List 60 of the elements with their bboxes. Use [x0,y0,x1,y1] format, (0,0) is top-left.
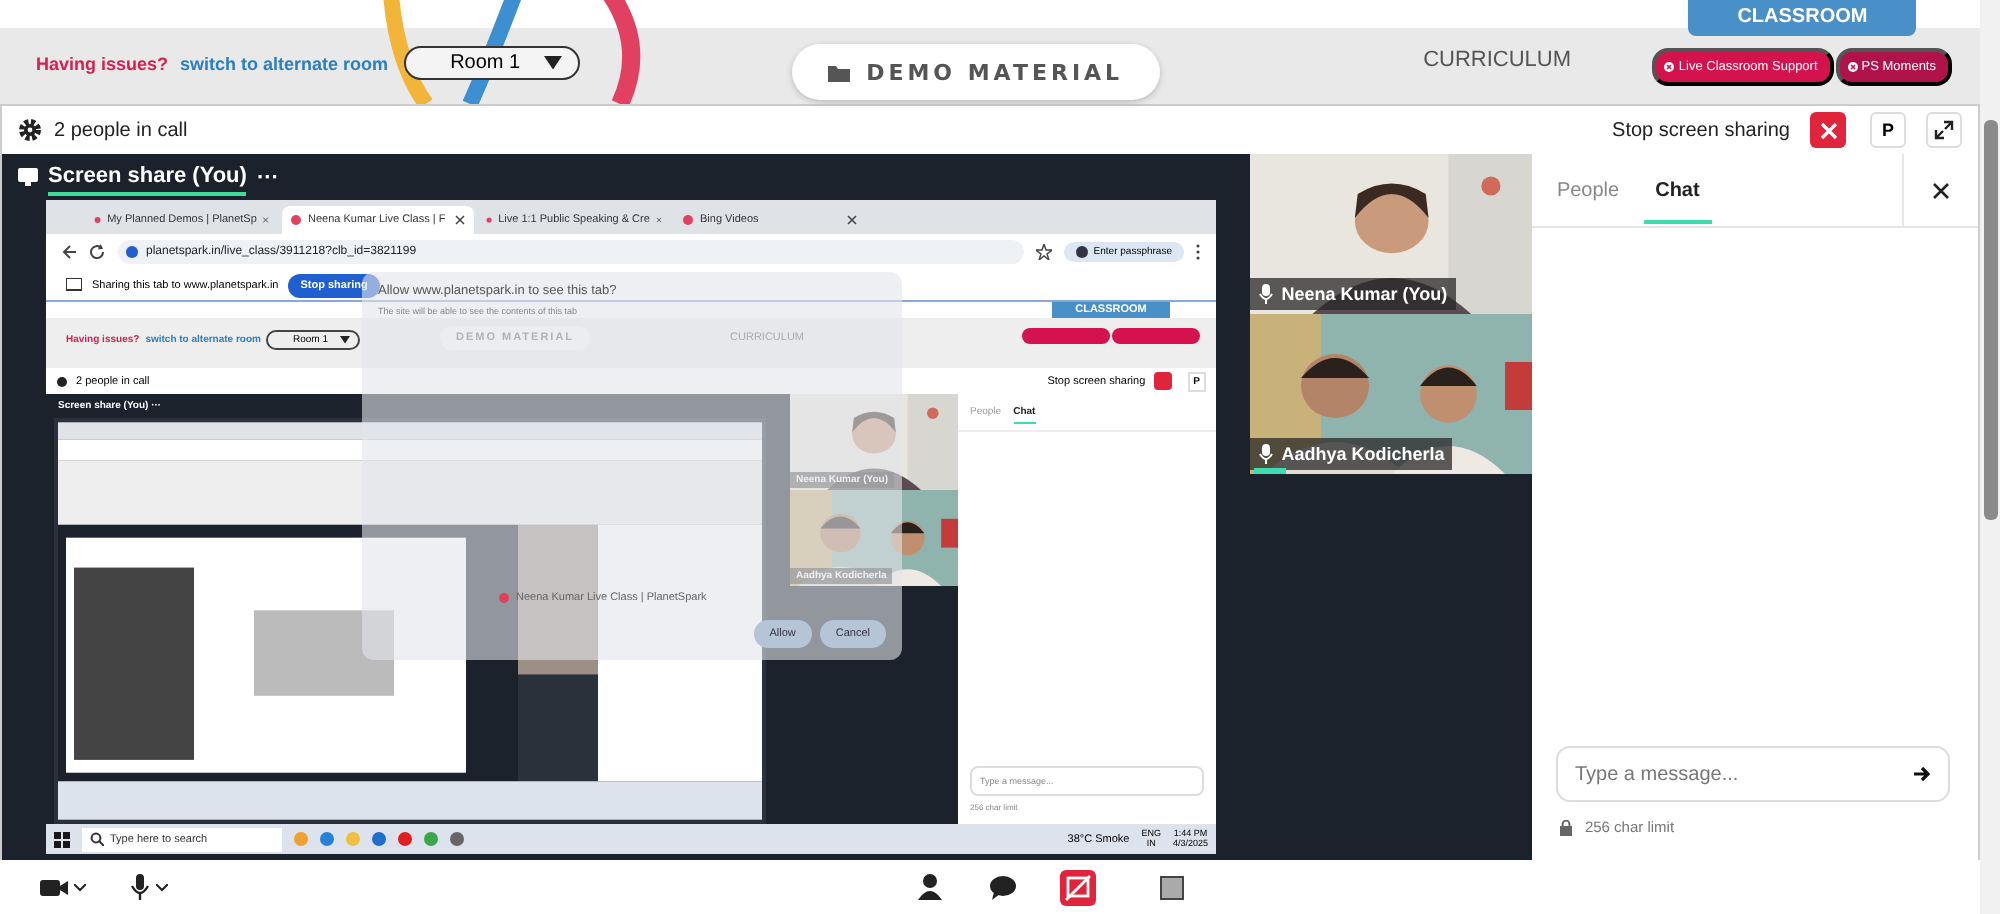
mic-icon [1257,284,1274,304]
chat-icon[interactable] [990,875,1016,899]
favicon-icon [94,214,102,226]
caret-icon [74,883,86,891]
background-icon[interactable] [1160,875,1184,899]
stop-sharing-button[interactable] [1153,372,1172,390]
fullscreen-button[interactable] [1926,112,1962,148]
room-dropdown[interactable]: Room 1 [404,46,581,80]
expand-icon [1934,120,1954,140]
participant-name: Aadhya Kodicherla [1249,438,1453,470]
mic-icon [1257,444,1274,464]
close-icon [1664,62,1675,72]
caret-icon [340,336,350,344]
people-count: 2 people in call [54,119,188,141]
person-icon[interactable] [918,874,942,900]
favicon-icon [290,214,302,226]
screen-share-title: Screen share (You) [48,159,247,195]
caret-icon [156,883,168,891]
favicon-icon [498,592,510,604]
camera-icon[interactable] [40,875,68,899]
monitor-icon [66,278,82,292]
close-icon [1932,181,1950,199]
profile-icon [1075,246,1088,258]
star-icon[interactable] [1035,244,1052,260]
message-field[interactable]: Type a message... [1556,746,1950,802]
favicon-icon [682,214,694,226]
settings-icon[interactable] [18,118,42,142]
participant-name: Neena Kumar (You) [1249,278,1456,310]
lock-icon [1560,819,1573,835]
close-icon [1847,62,1858,72]
demo-material-button[interactable]: DEMO MATERIAL [792,44,1160,100]
caret-icon [544,56,563,70]
panel-tab[interactable]: People [1544,156,1632,224]
search-icon [90,832,104,846]
alternate-room-link[interactable]: switch to alternate room [180,53,389,73]
back-icon[interactable] [62,244,78,260]
close-icon [262,214,270,226]
mic-icon[interactable] [130,874,150,900]
monitor-icon [18,168,38,186]
site-icon [126,246,138,258]
scrollbar[interactable] [1980,0,2000,914]
panel-tab[interactable]: Chat [1643,156,1712,224]
reload-icon[interactable] [90,244,106,260]
windows-icon[interactable] [54,831,70,847]
favicon-icon [486,214,493,226]
close-icon [846,214,858,226]
badge-button[interactable] [1022,328,1110,344]
close-icon [1819,121,1837,139]
p-button[interactable]: P [1870,112,1906,148]
send-icon[interactable] [1914,766,1930,782]
more-menu[interactable]: ··· [256,165,279,189]
badge-button[interactable] [1112,328,1200,344]
stop-sharing-button[interactable] [1810,112,1846,148]
curriculum-tab[interactable]: CURRICULUM [1423,48,1572,72]
close-icon [454,214,466,226]
stop-sharing-label: Stop screen sharing [1612,119,1790,141]
settings-icon [56,375,68,387]
folder-icon [828,63,851,81]
stop-share-icon[interactable] [1060,869,1096,905]
issue-label: Having issues? [36,53,169,73]
